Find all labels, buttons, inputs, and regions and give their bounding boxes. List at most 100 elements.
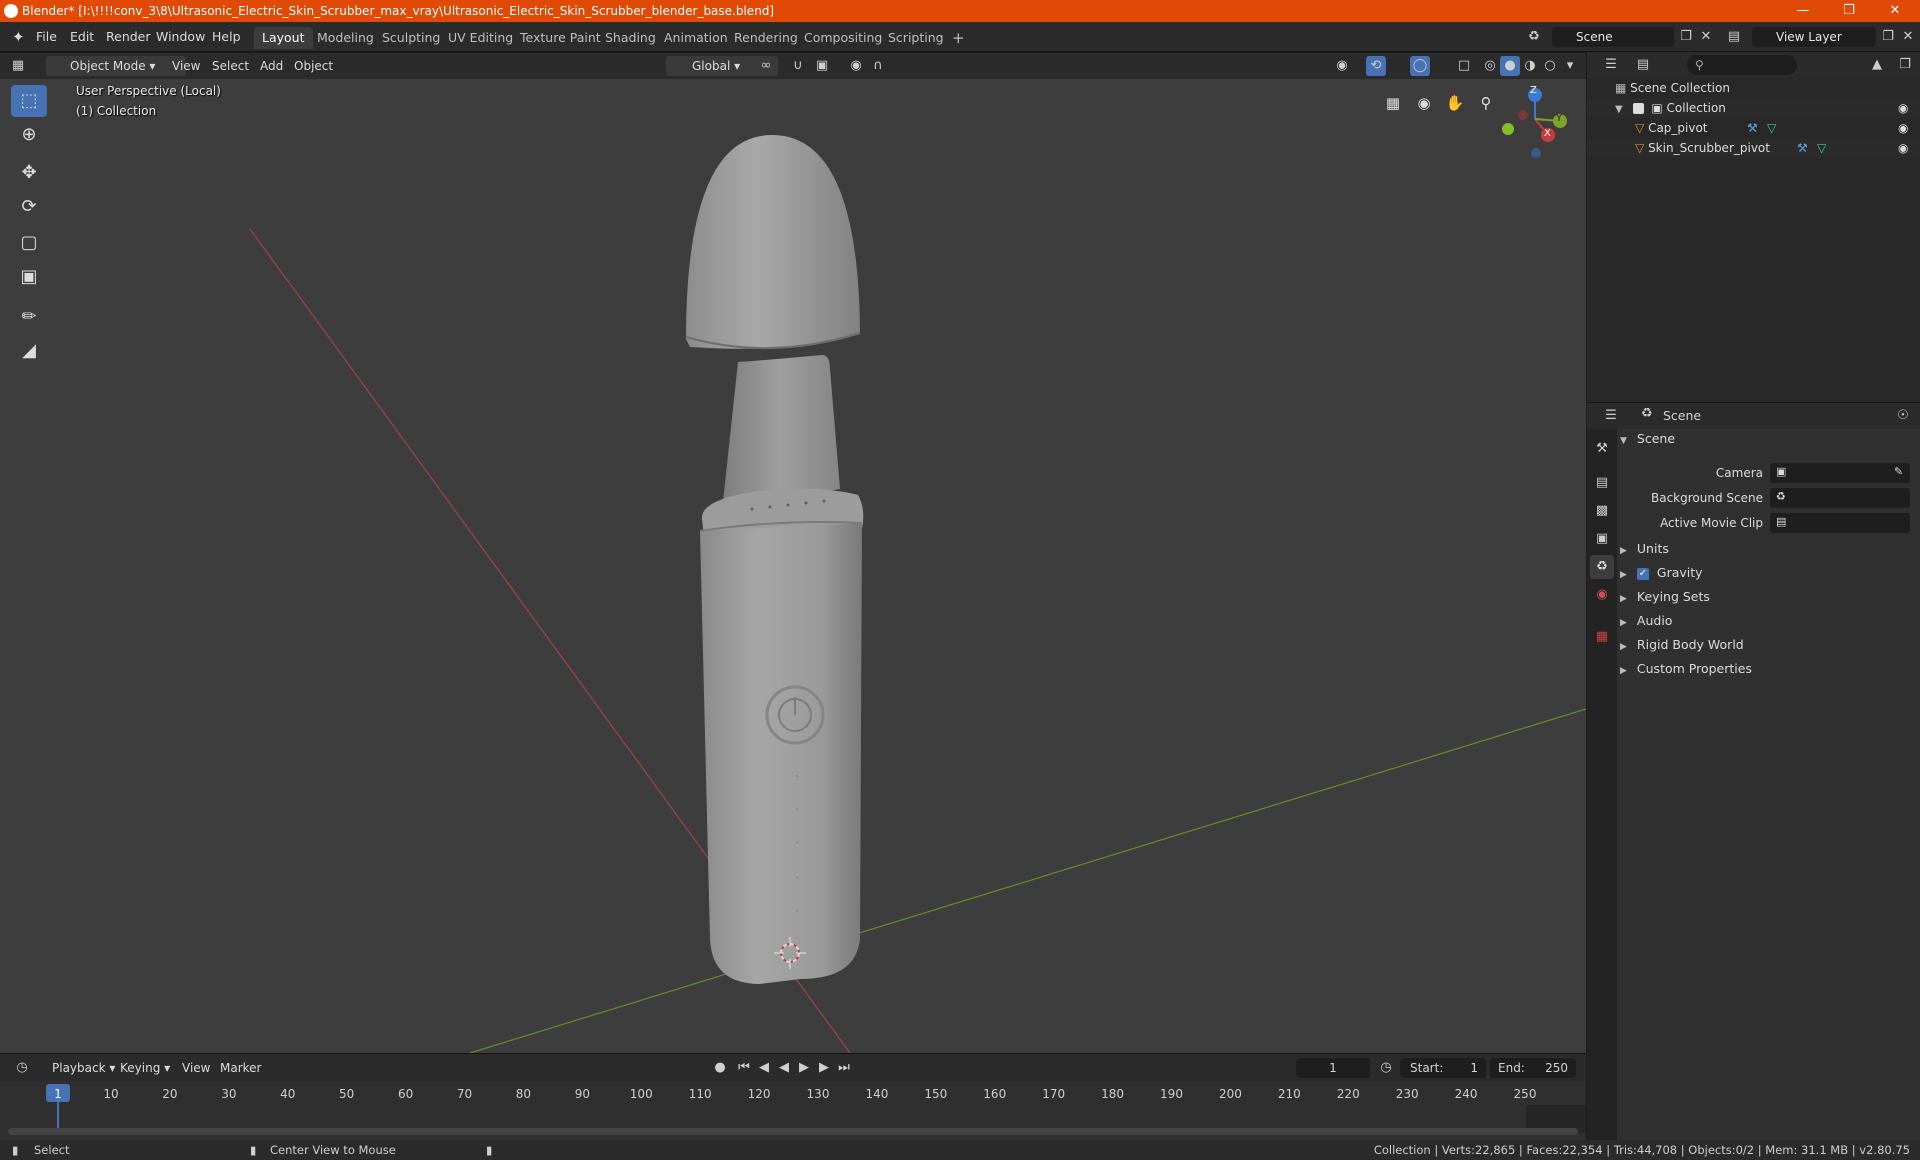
collection-visibility-eye-icon[interactable]: ◉ — [1898, 98, 1908, 118]
mesh-data-icon[interactable]: ▽ — [1767, 118, 1776, 138]
annotate-tool[interactable]: ✏ — [11, 301, 47, 333]
new-collection-icon[interactable]: ❐ — [1895, 55, 1915, 75]
tab-layout[interactable]: Layout — [254, 27, 313, 49]
menu-file[interactable]: File — [30, 27, 63, 47]
proportional-edit-icon[interactable]: ◉ — [846, 56, 866, 76]
tool-tab-icon[interactable]: ⚒ — [1590, 437, 1614, 461]
eyedropper-icon[interactable]: ✎ — [1894, 465, 1903, 478]
tab-scripting[interactable]: Scripting — [880, 27, 952, 49]
modifier-wrench-icon[interactable]: ⚒ — [1747, 118, 1758, 138]
marker-menu[interactable]: Marker — [214, 1058, 267, 1078]
delete-view-layer-icon[interactable]: ✕ — [1898, 27, 1918, 47]
menu-window[interactable]: Window — [150, 27, 211, 47]
tab-modeling[interactable]: Modeling — [309, 27, 382, 49]
tab-animation[interactable]: Animation — [656, 27, 736, 49]
output-tab-icon[interactable]: ▩ — [1590, 499, 1614, 523]
scene-tab-icon[interactable]: ♻ — [1590, 555, 1614, 579]
gravity-panel-header[interactable]: ▶ ✓ Gravity — [1620, 562, 1918, 584]
toggle-ortho-grid-icon[interactable]: ▦ — [1379, 89, 1407, 117]
properties-editor-type-icon[interactable]: ☰ — [1601, 406, 1621, 426]
object-visibility-eye-icon[interactable]: ◉ — [1898, 138, 1908, 158]
keying-menu[interactable]: Keying ▾ — [114, 1058, 176, 1078]
new-view-layer-icon[interactable]: ❐ — [1878, 27, 1898, 47]
prev-keyframe-icon[interactable]: ◀ — [754, 1058, 774, 1078]
outliner-object-cap[interactable]: ▽ Cap_pivot ⚒ ▽ ◉ — [1587, 118, 1920, 138]
cursor-tool[interactable]: ⊕ — [11, 119, 47, 151]
tab-uv-editing[interactable]: UV Editing — [440, 27, 521, 49]
jump-start-icon[interactable]: ⏮ — [734, 1058, 754, 1078]
pan-hand-icon[interactable]: ✋ — [1441, 89, 1469, 117]
outliner-editor-type-icon[interactable]: ☰ — [1601, 55, 1621, 75]
view-layer-icon[interactable]: ▤ — [1724, 27, 1744, 47]
outliner-search-input[interactable]: ⚲ — [1687, 55, 1797, 75]
jump-end-icon[interactable]: ⏭ — [834, 1058, 854, 1078]
tab-rendering[interactable]: Rendering — [726, 27, 806, 49]
tab-compositing[interactable]: Compositing — [796, 27, 890, 49]
scale-tool[interactable]: ▢ — [11, 227, 47, 259]
camera-field[interactable]: ▣ ✎ — [1770, 463, 1910, 483]
snap-target-icon[interactable]: ▣ — [812, 56, 832, 76]
timeline-area[interactable]: 1 10 20 30 40 50 60 70 80 90 100 110 120 130 140 150 160… — [0, 1081, 1586, 1140]
modifier-wrench-icon[interactable]: ⚒ — [1797, 138, 1808, 158]
wireframe-shading-icon[interactable]: ◎ — [1480, 56, 1500, 76]
minimize-button[interactable]: — — [1780, 0, 1826, 22]
pivot-point-icon[interactable]: ∞ — [756, 56, 776, 76]
shading-options-icon[interactable]: ▾ — [1560, 56, 1580, 76]
rigid-body-world-panel-header[interactable]: ▶ Rigid Body World — [1620, 634, 1918, 656]
view-layer-selector[interactable]: View Layer — [1752, 27, 1876, 47]
rotate-tool[interactable]: ⟳ — [11, 191, 47, 223]
play-icon[interactable]: ▶ — [794, 1058, 814, 1078]
outliner-scene-collection[interactable]: ▦ Scene Collection — [1587, 78, 1920, 98]
filter-icon[interactable]: ▲ — [1867, 55, 1887, 75]
expand-arrow-icon[interactable]: ▼ — [1615, 104, 1623, 115]
collection-checkbox[interactable] — [1632, 103, 1644, 114]
menu-edit[interactable]: Edit — [64, 27, 100, 47]
audio-panel-header[interactable]: ▶ Audio — [1620, 610, 1918, 632]
3d-viewport[interactable]: User Perspective (Local) (1) Collection … — [0, 79, 1586, 1053]
overlay-toggle-icon[interactable]: ◯ — [1410, 56, 1430, 76]
object-visibility-eye-icon[interactable]: ◉ — [1898, 118, 1908, 138]
close-button[interactable]: ✕ — [1872, 0, 1918, 22]
zoom-icon[interactable]: ⚲ — [1472, 89, 1500, 117]
snap-icon[interactable]: ∪ — [788, 56, 808, 76]
scene-icon[interactable]: ♻ — [1524, 27, 1544, 47]
add-workspace-icon[interactable]: + — [944, 27, 973, 49]
play-reverse-icon[interactable]: ◀ — [774, 1058, 794, 1078]
xray-toggle-icon[interactable]: □ — [1454, 56, 1474, 76]
gravity-checkbox[interactable]: ✓ — [1636, 567, 1649, 580]
delete-scene-icon[interactable]: ✕ — [1696, 27, 1716, 47]
playback-menu[interactable]: Playback ▾ — [46, 1058, 121, 1078]
menu-render[interactable]: Render — [100, 27, 157, 47]
outliner-collection[interactable]: ▼ ▣ Collection ◉ — [1587, 98, 1920, 118]
tab-texture-paint[interactable]: Texture Paint — [512, 27, 609, 49]
transform-tool[interactable]: ▣ — [11, 261, 47, 293]
timeline-view-menu[interactable]: View — [176, 1058, 216, 1078]
solid-shading-icon[interactable]: ● — [1500, 56, 1520, 76]
new-scene-icon[interactable]: ❐ — [1676, 27, 1696, 47]
move-tool[interactable]: ✥ — [11, 157, 47, 189]
camera-view-icon[interactable]: ◉ — [1410, 89, 1438, 117]
measure-tool[interactable]: ◢ — [11, 335, 47, 367]
current-frame-field[interactable]: 1 — [1296, 1058, 1370, 1078]
outliner-object-scrubber[interactable]: ▽ Skin_Scrubber_pivot ⚒ ▽ ◉ — [1587, 138, 1920, 158]
preview-range-clock-icon[interactable]: ◷ — [1376, 1058, 1396, 1078]
custom-properties-panel-header[interactable]: ▶ Custom Properties — [1620, 658, 1918, 680]
start-frame-field[interactable]: Start: 1 — [1400, 1058, 1486, 1078]
visibility-icon[interactable]: ◉ — [1332, 56, 1352, 76]
material-shading-icon[interactable]: ◑ — [1520, 56, 1540, 76]
menu-object[interactable]: Object — [288, 56, 339, 76]
record-icon[interactable]: ● — [710, 1058, 730, 1078]
render-tab-icon[interactable]: ▤ — [1590, 471, 1614, 495]
pin-icon[interactable]: ☉ — [1893, 406, 1913, 426]
menu-select[interactable]: Select — [206, 56, 255, 76]
tab-shading[interactable]: Shading — [597, 27, 664, 49]
display-mode-icon[interactable]: ▤ — [1633, 55, 1653, 75]
mesh-data-icon[interactable]: ▽ — [1817, 138, 1826, 158]
select-box-tool[interactable]: ⬚ — [11, 85, 47, 117]
view-layer-tab-icon[interactable]: ▣ — [1590, 527, 1614, 551]
next-keyframe-icon[interactable]: ▶ — [814, 1058, 834, 1078]
texture-tab-icon[interactable]: ▦ — [1590, 625, 1614, 649]
world-tab-icon[interactable]: ◉ — [1590, 583, 1614, 607]
falloff-icon[interactable]: ∩ — [868, 56, 888, 76]
editor-type-icon[interactable]: ▦ — [8, 56, 28, 76]
